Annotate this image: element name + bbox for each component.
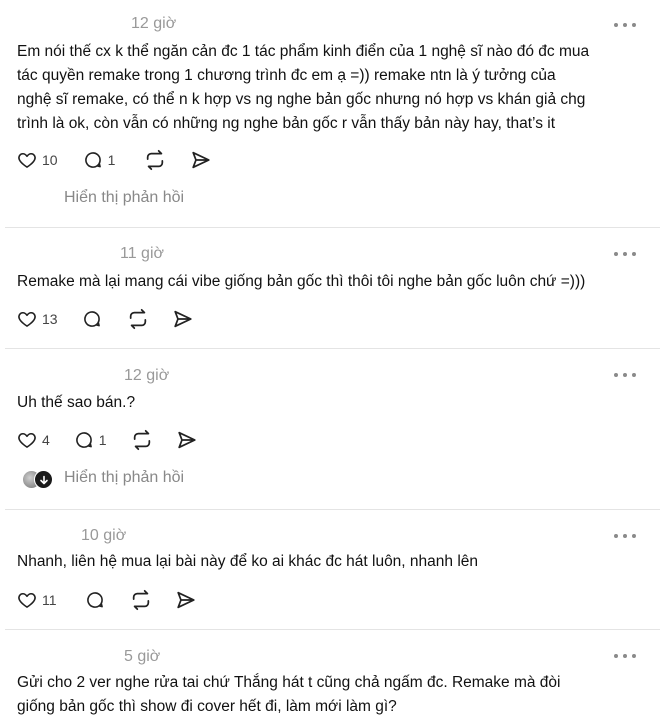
comment-text: Uh thế sao bán.? <box>17 394 136 411</box>
comment-time: 11 giờ <box>120 245 164 262</box>
heart-icon <box>18 152 36 168</box>
share-send-icon <box>176 591 195 609</box>
reply-button[interactable] <box>82 308 102 330</box>
divider <box>5 227 660 228</box>
share-button[interactable] <box>190 149 212 171</box>
comment-time: 12 giờ <box>124 367 170 384</box>
like-count: 10 <box>42 152 58 168</box>
more-dots-icon[interactable] <box>614 246 636 262</box>
share-send-icon <box>192 151 211 169</box>
like-count: 4 <box>42 432 50 448</box>
share-send-icon <box>173 310 192 328</box>
repost-icon <box>133 429 150 451</box>
reply-button[interactable]: 1 <box>74 429 107 451</box>
share-button[interactable] <box>172 308 194 330</box>
repost-button[interactable] <box>144 149 166 171</box>
more-dots-icon[interactable] <box>614 648 636 664</box>
repost-button[interactable] <box>131 429 153 451</box>
more-dots-icon[interactable] <box>614 528 636 544</box>
comment-actions: 11 <box>17 589 197 611</box>
like-button[interactable]: 13 <box>17 308 58 330</box>
divider <box>5 629 660 630</box>
reply-avatars <box>22 470 56 489</box>
comment-text: Nhanh, liên hệ mua lại bài này để ko ai … <box>17 553 479 570</box>
like-count: 11 <box>42 592 57 608</box>
comment-time: 12 giờ <box>131 15 177 32</box>
share-button[interactable] <box>175 589 197 611</box>
reply-count: 1 <box>98 432 107 448</box>
like-button[interactable]: 4 <box>17 429 50 451</box>
reply-button[interactable] <box>85 589 105 611</box>
repost-button[interactable] <box>127 308 149 330</box>
comment-text: Em nói thế cx k thể ngăn cản đc 1 tác ph… <box>17 43 590 132</box>
repost-icon <box>132 589 149 611</box>
comment-time: 10 giờ <box>81 527 127 544</box>
more-dots-icon[interactable] <box>614 17 636 33</box>
show-replies-link[interactable]: Hiển thị phản hồi <box>64 188 184 208</box>
like-button[interactable]: 10 <box>17 149 58 171</box>
comment-bubble-icon <box>84 152 101 168</box>
arrow-down-icon <box>39 475 48 484</box>
comment-actions: 4 1 <box>17 429 198 451</box>
comment-text: Gửi cho 2 ver nghe rửa tai chứ Thắng hát… <box>17 674 561 715</box>
show-replies-link[interactable]: Hiển thị phản hồi <box>64 468 184 488</box>
share-send-icon <box>177 431 196 449</box>
heart-icon <box>18 592 36 608</box>
like-count: 13 <box>42 311 58 327</box>
heart-icon <box>18 311 36 327</box>
like-button[interactable]: 11 <box>17 589 57 611</box>
avatar <box>34 470 53 489</box>
comment-bubble-icon <box>86 592 103 608</box>
comment-actions: 10 1 <box>17 149 212 171</box>
comment-bubble-icon <box>83 311 100 327</box>
comment-time: 5 giờ <box>124 648 161 665</box>
heart-icon <box>18 432 36 448</box>
share-button[interactable] <box>176 429 198 451</box>
repost-button[interactable] <box>130 589 152 611</box>
divider <box>5 509 660 510</box>
divider <box>5 348 660 349</box>
more-dots-icon[interactable] <box>614 367 636 383</box>
comment-bubble-icon <box>75 432 92 448</box>
reply-button[interactable]: 1 <box>83 149 116 171</box>
repost-icon <box>147 149 164 171</box>
comment-text: Remake mà lại mang cái vibe giống bản gố… <box>17 273 586 290</box>
reply-count: 1 <box>107 152 116 168</box>
repost-icon <box>129 308 146 330</box>
comment-actions: 13 <box>17 308 194 330</box>
